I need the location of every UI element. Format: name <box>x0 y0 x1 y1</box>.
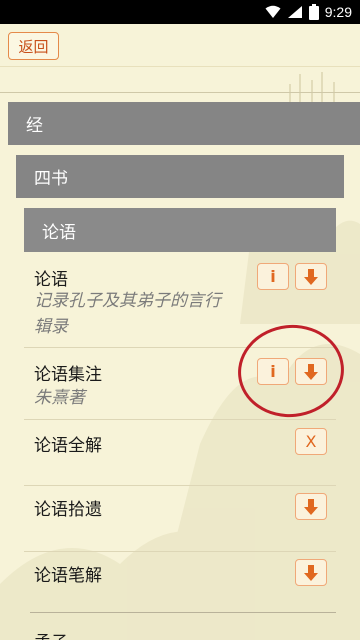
book-title: 论语集注 <box>34 365 102 385</box>
book-row-lunyu-quanjie[interactable]: 论语全解 X <box>24 419 336 486</box>
book-title: 论语笔解 <box>34 566 102 586</box>
info-button[interactable]: i <box>257 263 289 290</box>
download-button[interactable] <box>295 263 327 290</box>
download-button[interactable] <box>295 358 327 385</box>
download-arrow-icon <box>304 498 318 515</box>
category-header-sishu[interactable]: 四书 <box>16 155 344 198</box>
category-header-lunyu[interactable]: 论语 <box>24 208 336 252</box>
book-row-lunyu[interactable]: 论语 记录孔子及其弟子的言行 辑录 i <box>24 252 336 348</box>
wifi-icon <box>265 5 281 18</box>
battery-icon <box>308 4 319 20</box>
next-item-partial[interactable]: 孟子 <box>34 628 68 640</box>
book-subtitle: 记录孔子及其弟子的言行 <box>34 291 221 311</box>
divider <box>30 612 336 613</box>
book-subtitle: 朱熹著 <box>34 388 85 408</box>
divider <box>0 92 360 93</box>
close-icon: X <box>305 432 317 451</box>
back-button[interactable]: 返回 <box>8 32 59 60</box>
status-time: 9:29 <box>324 4 352 20</box>
top-bar: 返回 <box>0 24 360 64</box>
book-title: 论语全解 <box>34 436 102 456</box>
info-button[interactable]: i <box>257 358 289 385</box>
divider <box>0 66 360 67</box>
book-row-lunyu-shiyi[interactable]: 论语拾遗 <box>24 485 336 552</box>
book-title: 论语拾遗 <box>34 500 102 520</box>
download-arrow-icon <box>304 363 318 380</box>
book-row-lunyu-bijie[interactable]: 论语笔解 <box>24 551 336 611</box>
book-row-lunyu-jizhu[interactable]: 论语集注 朱熹著 i <box>24 347 336 420</box>
book-title: 论语 <box>34 270 68 290</box>
status-bar: 9:29 <box>0 0 360 24</box>
download-arrow-icon <box>304 564 318 581</box>
status-icons: 9:29 <box>265 3 352 21</box>
cell-signal-icon <box>287 6 302 18</box>
book-subtitle: 辑录 <box>34 317 68 337</box>
category-header-jing[interactable]: 经 <box>8 102 360 145</box>
delete-button[interactable]: X <box>295 428 327 455</box>
download-arrow-icon <box>304 268 318 285</box>
info-icon: i <box>270 267 276 286</box>
download-button[interactable] <box>295 559 327 586</box>
download-button[interactable] <box>295 493 327 520</box>
info-icon: i <box>270 362 276 381</box>
